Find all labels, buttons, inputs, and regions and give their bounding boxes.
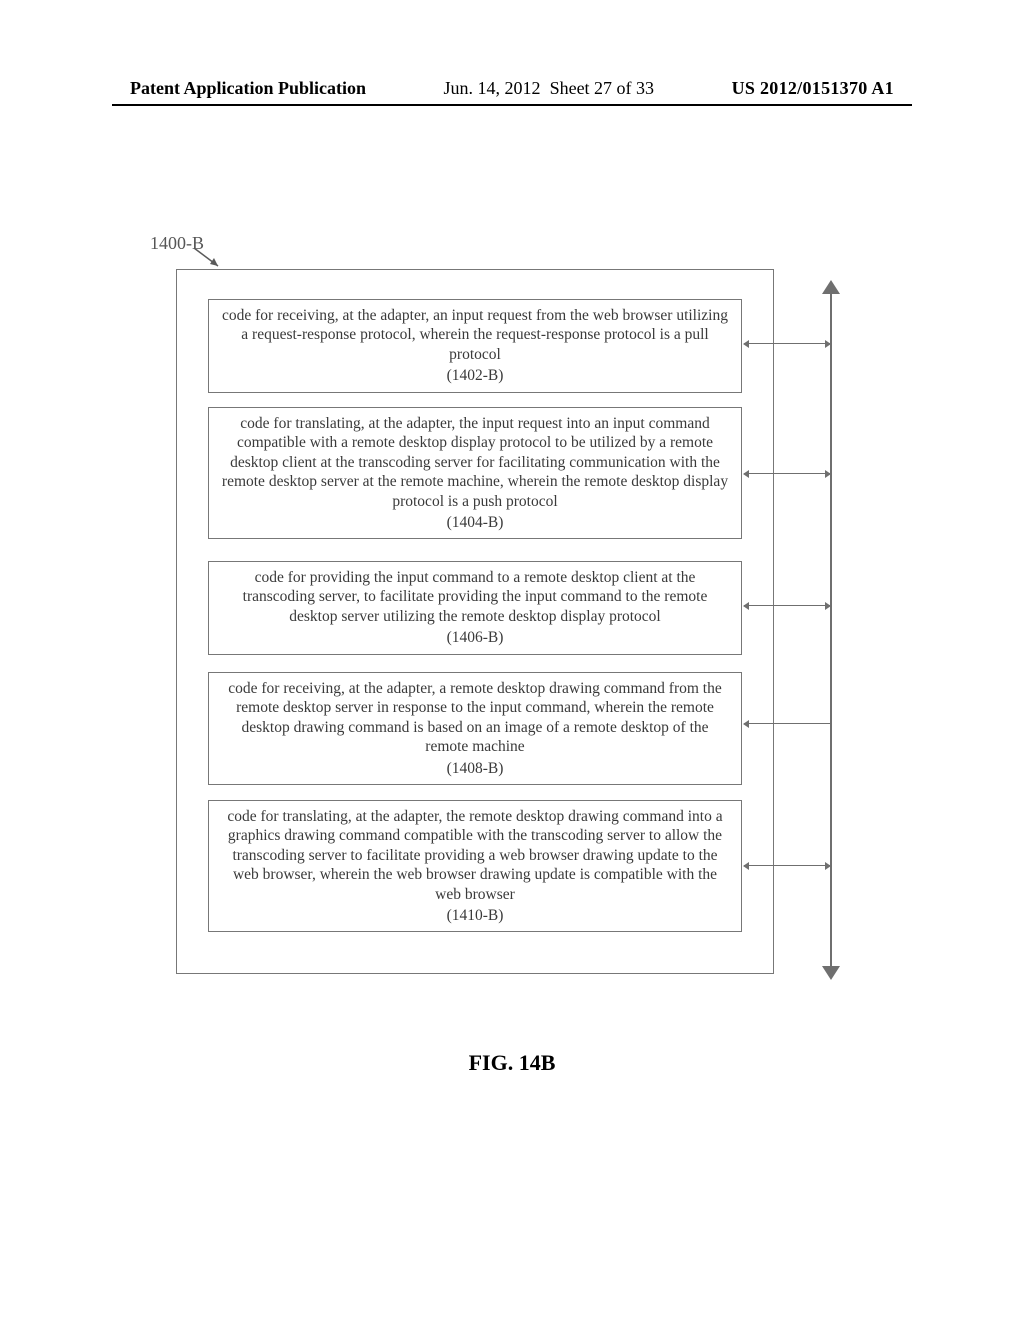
step-text: code for receiving, at the adapter, a re… (219, 679, 731, 757)
connector-1404b (744, 473, 830, 474)
vertical-flow-line (830, 292, 832, 970)
step-text: code for translating, at the adapter, th… (219, 807, 731, 904)
connector-1410b (744, 865, 830, 866)
step-ref: (1402-B) (219, 366, 731, 385)
step-text: code for providing the input command to … (219, 568, 731, 626)
step-box-1404b: code for translating, at the adapter, th… (208, 407, 742, 539)
step-box-1410b: code for translating, at the adapter, th… (208, 800, 742, 932)
step-box-1408b: code for receiving, at the adapter, a re… (208, 672, 742, 785)
header-date: Jun. 14, 2012 Sheet 27 of 33 (444, 78, 655, 99)
header-left: Patent Application Publication (130, 78, 366, 99)
figure-caption: FIG. 14B (0, 1050, 1024, 1076)
step-ref: (1408-B) (219, 759, 731, 778)
step-text: code for receiving, at the adapter, an i… (219, 306, 731, 364)
arrow-down-icon (822, 966, 840, 980)
step-box-1406b: code for providing the input command to … (208, 561, 742, 655)
connector-1402b (744, 343, 830, 344)
step-ref: (1410-B) (219, 906, 731, 925)
step-ref: (1406-B) (219, 628, 731, 647)
page-header: Patent Application Publication Jun. 14, … (0, 78, 1024, 99)
step-text: code for translating, at the adapter, th… (219, 414, 731, 511)
header-rule (112, 104, 912, 106)
header-pubno: US 2012/0151370 A1 (732, 78, 894, 99)
connector-1408b (744, 723, 830, 724)
connector-1406b (744, 605, 830, 606)
step-ref: (1404-B) (219, 513, 731, 532)
step-box-1402b: code for receiving, at the adapter, an i… (208, 299, 742, 393)
